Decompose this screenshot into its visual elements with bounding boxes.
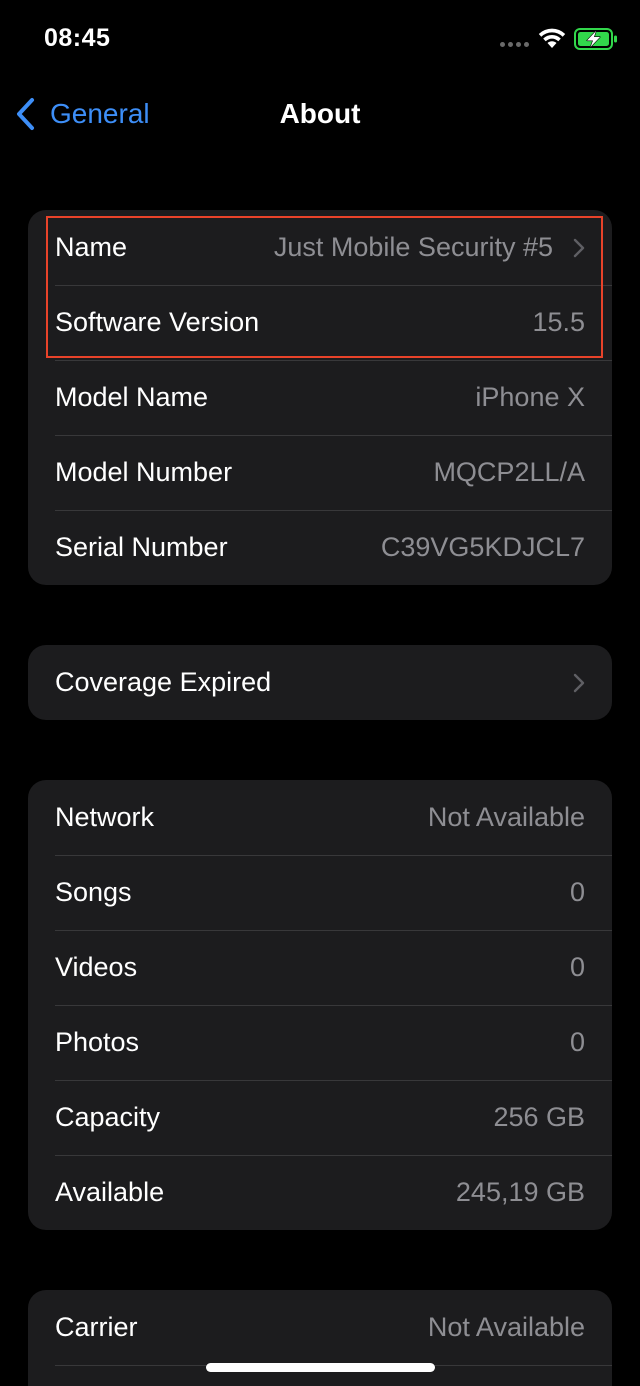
row-value: Just Mobile Security #5: [273, 232, 553, 262]
home-indicator[interactable]: [206, 1363, 435, 1372]
row-value: iPhone X: [475, 382, 585, 412]
wifi-icon: [538, 28, 566, 48]
network-row[interactable]: Network Not Available: [28, 780, 612, 855]
videos-row[interactable]: Videos 0: [28, 930, 612, 1005]
capacity-row[interactable]: Capacity 256 GB: [28, 1080, 612, 1155]
row-value: MQCP2LL/A: [433, 457, 585, 487]
row-value: Not Available: [427, 1312, 585, 1342]
navigation-bar: General About: [0, 80, 640, 146]
row-label: Songs: [55, 877, 132, 907]
carrier-row[interactable]: Carrier Not Available: [28, 1290, 612, 1365]
row-value: 0: [569, 877, 585, 907]
available-row[interactable]: Available 245,19 GB: [28, 1155, 612, 1230]
row-label: Coverage Expired: [55, 667, 272, 697]
serial-number-row[interactable]: Serial Number C39VG5KDJCL7: [28, 510, 612, 585]
page-title: About: [279, 98, 361, 129]
battery-charging-icon: [574, 28, 617, 50]
row-label: Carrier: [55, 1312, 138, 1342]
row-label: Network: [55, 802, 155, 832]
name-row[interactable]: Name Just Mobile Security #5: [28, 210, 612, 285]
status-bar: 08:45: [0, 0, 640, 80]
row-label: Videos: [55, 952, 138, 982]
row-label: Capacity: [55, 1102, 161, 1132]
row-label: Serial Number: [55, 532, 228, 562]
row-value: C39VG5KDJCL7: [380, 532, 585, 562]
status-time: 08:45: [44, 24, 111, 52]
media-group: Network Not Available Songs 0 Videos 0 P…: [28, 780, 612, 1230]
row-label: Available: [55, 1177, 165, 1207]
row-label: Name: [55, 232, 128, 262]
row-value: Not Available: [427, 802, 585, 832]
chevron-right-icon: [573, 238, 585, 257]
photos-row[interactable]: Photos 0: [28, 1005, 612, 1080]
coverage-group: Coverage Expired: [28, 645, 612, 720]
model-number-row[interactable]: Model Number MQCP2LL/A: [28, 435, 612, 510]
row-label: Photos: [55, 1027, 140, 1057]
row-label: Model Name: [55, 382, 209, 412]
row-label: Software Version: [55, 307, 260, 337]
row-value: 245,19 GB: [455, 1177, 585, 1207]
row-value: 0: [569, 1027, 585, 1057]
coverage-row[interactable]: Coverage Expired: [28, 645, 612, 720]
software-version-row[interactable]: Software Version 15.5: [28, 285, 612, 360]
row-value: 15.5: [532, 307, 585, 337]
songs-row[interactable]: Songs 0: [28, 855, 612, 930]
row-value: 0: [569, 952, 585, 982]
chevron-right-icon: [573, 673, 585, 692]
cellular-signal-icon: [500, 42, 529, 47]
row-label: Model Number: [55, 457, 233, 487]
model-name-row[interactable]: Model Name iPhone X: [28, 360, 612, 435]
device-info-group: Name Just Mobile Security #5 Software Ve…: [28, 210, 612, 585]
row-value: 256 GB: [493, 1102, 585, 1132]
